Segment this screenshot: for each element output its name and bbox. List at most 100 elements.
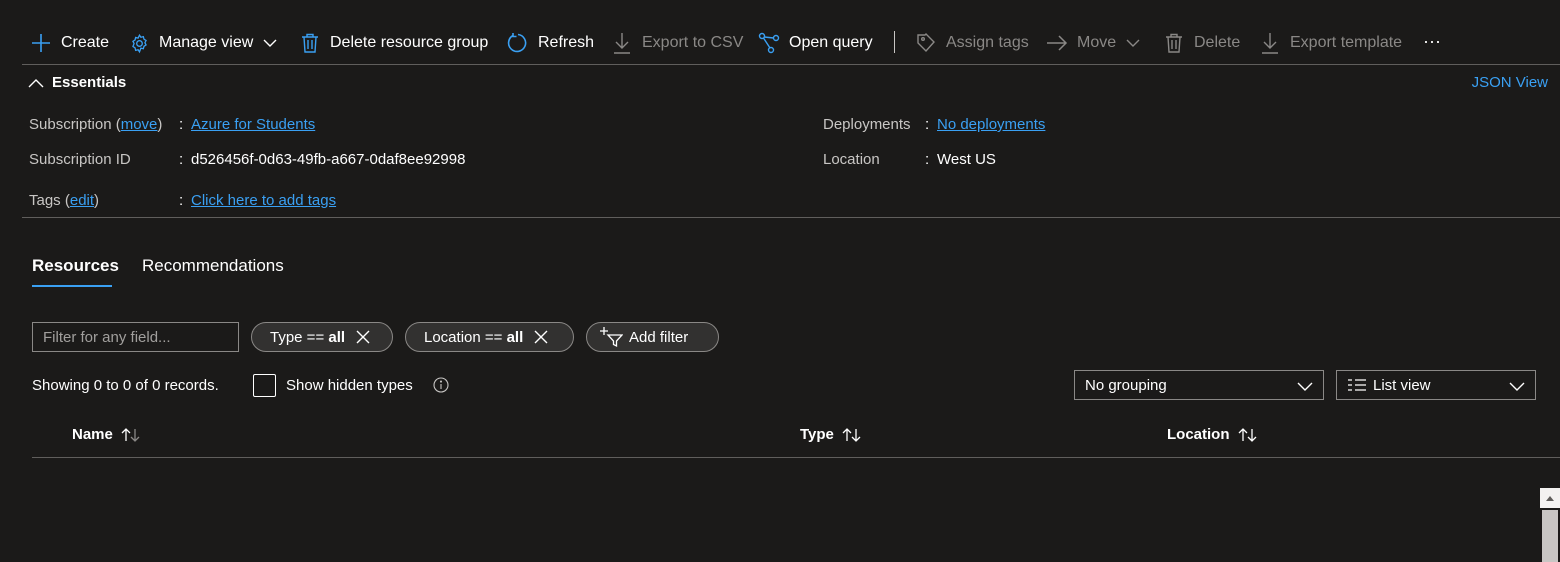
location-label: Location bbox=[823, 151, 880, 168]
show-hidden-types-checkbox[interactable] bbox=[253, 374, 276, 397]
create-button[interactable]: Create bbox=[30, 28, 109, 58]
arrow-right-icon bbox=[1046, 32, 1068, 54]
info-icon[interactable] bbox=[433, 377, 449, 393]
create-label: Create bbox=[61, 34, 110, 51]
delete-resource-group-button[interactable]: Delete resource group bbox=[299, 28, 488, 58]
manage-view-button[interactable]: Manage view bbox=[128, 28, 278, 58]
delete-button[interactable]: Delete bbox=[1163, 28, 1240, 58]
subscription-label-text: Subscription ( bbox=[29, 116, 121, 133]
type-filter-text: Type == all bbox=[270, 329, 345, 346]
location-filter-prefix: Location == bbox=[424, 328, 507, 346]
assign-tags-label: Assign tags bbox=[946, 34, 1029, 51]
list-view-icon bbox=[1347, 378, 1367, 392]
type-filter-prefix: Type == bbox=[270, 328, 329, 346]
type-filter-pill[interactable]: Type == all bbox=[251, 322, 393, 352]
tags-label-close: ) bbox=[94, 192, 100, 209]
sort-icon bbox=[1238, 427, 1258, 443]
grouping-selected: No grouping bbox=[1085, 376, 1167, 394]
add-filter-label: Add filter bbox=[629, 328, 689, 346]
show-hidden-types-label: Show hidden types bbox=[286, 377, 413, 394]
tags-edit-link[interactable]: edit bbox=[70, 192, 94, 209]
query-icon bbox=[758, 32, 780, 54]
subscription-move-link[interactable]: move bbox=[121, 116, 158, 133]
scrollbar-thumb[interactable] bbox=[1542, 510, 1558, 562]
column-location-label: Location bbox=[1167, 426, 1230, 443]
move-button[interactable]: Move bbox=[1046, 28, 1141, 58]
view-selected: List view bbox=[1373, 376, 1431, 394]
filter-input[interactable] bbox=[32, 322, 239, 352]
column-header-type[interactable]: Type bbox=[800, 426, 862, 443]
subscription-label-close: ) bbox=[157, 116, 163, 133]
essentials-divider bbox=[22, 217, 1560, 218]
tags-label: Tags (edit) bbox=[29, 192, 99, 209]
chevron-up-icon bbox=[28, 77, 44, 89]
toolbar-separator bbox=[894, 31, 895, 53]
open-query-label: Open query bbox=[789, 34, 873, 51]
subscription-value-link[interactable]: Azure for Students bbox=[191, 116, 315, 133]
trash-icon bbox=[1163, 32, 1185, 54]
chevron-down-icon bbox=[1509, 378, 1525, 394]
more-button[interactable]: ··· bbox=[1423, 26, 1441, 56]
location-colon: : bbox=[925, 151, 930, 168]
grouping-dropdown[interactable]: No grouping bbox=[1074, 370, 1324, 400]
essentials-title: Essentials bbox=[52, 74, 127, 91]
location-filter-value: all bbox=[506, 328, 524, 346]
export-template-button[interactable]: Export template bbox=[1259, 28, 1402, 58]
location-filter-pill[interactable]: Location == all bbox=[405, 322, 574, 352]
manage-view-label: Manage view bbox=[159, 34, 254, 51]
column-header-location[interactable]: Location bbox=[1167, 426, 1258, 443]
tags-label-text: Tags ( bbox=[29, 192, 70, 209]
more-icon: ··· bbox=[1423, 30, 1441, 51]
download-icon bbox=[611, 32, 633, 54]
tab-resources[interactable]: Resources bbox=[32, 256, 119, 276]
chevron-down-icon bbox=[262, 35, 278, 51]
close-icon[interactable] bbox=[355, 329, 371, 345]
refresh-label: Refresh bbox=[538, 34, 595, 51]
active-tab-indicator bbox=[32, 285, 112, 287]
sort-icon bbox=[121, 427, 141, 443]
type-filter-value: all bbox=[328, 328, 346, 346]
tags-colon: : bbox=[179, 192, 184, 209]
scroll-up-icon bbox=[1546, 496, 1554, 501]
column-type-label: Type bbox=[800, 426, 834, 443]
location-value: West US bbox=[937, 151, 996, 168]
tag-icon bbox=[915, 32, 937, 54]
column-header-name[interactable]: Name bbox=[72, 426, 141, 443]
add-tags-link[interactable]: Click here to add tags bbox=[191, 192, 336, 209]
deployments-colon: : bbox=[925, 116, 930, 133]
add-filter-button[interactable]: Add filter bbox=[586, 322, 719, 352]
delete-label: Delete bbox=[1194, 34, 1241, 51]
location-filter-text: Location == all bbox=[424, 329, 523, 346]
deployments-label: Deployments bbox=[823, 116, 911, 133]
subscription-id-label: Subscription ID bbox=[29, 151, 131, 168]
subscription-id-colon: : bbox=[179, 151, 184, 168]
scroll-up-button[interactable] bbox=[1540, 488, 1560, 508]
chevron-down-icon bbox=[1125, 35, 1141, 51]
export-template-label: Export template bbox=[1290, 34, 1403, 51]
toolbar-divider bbox=[22, 64, 1560, 65]
table-header-divider bbox=[32, 457, 1560, 458]
tab-recommendations[interactable]: Recommendations bbox=[142, 256, 284, 276]
export-csv-button[interactable]: Export to CSV bbox=[611, 28, 743, 58]
assign-tags-button[interactable]: Assign tags bbox=[915, 28, 1029, 58]
deployments-link[interactable]: No deployments bbox=[937, 116, 1045, 133]
export-csv-label: Export to CSV bbox=[642, 34, 744, 51]
delete-resource-group-label: Delete resource group bbox=[330, 34, 489, 51]
open-query-button[interactable]: Open query bbox=[758, 28, 873, 58]
trash-icon bbox=[299, 32, 321, 54]
close-icon[interactable] bbox=[533, 329, 549, 345]
chevron-down-icon bbox=[1297, 378, 1313, 394]
column-name-label: Name bbox=[72, 426, 113, 443]
subscription-colon: : bbox=[179, 116, 184, 133]
records-summary: Showing 0 to 0 of 0 records. bbox=[32, 377, 219, 394]
view-dropdown[interactable]: List view bbox=[1336, 370, 1536, 400]
refresh-button[interactable]: Refresh bbox=[507, 28, 594, 58]
move-label: Move bbox=[1077, 34, 1117, 51]
gear-icon bbox=[128, 32, 150, 54]
json-view-link[interactable]: JSON View bbox=[1472, 74, 1548, 91]
essentials-toggle[interactable]: Essentials bbox=[28, 74, 126, 91]
refresh-icon bbox=[507, 32, 529, 54]
sort-icon bbox=[842, 427, 862, 443]
plus-icon bbox=[30, 32, 52, 54]
add-filter-icon bbox=[599, 326, 623, 348]
